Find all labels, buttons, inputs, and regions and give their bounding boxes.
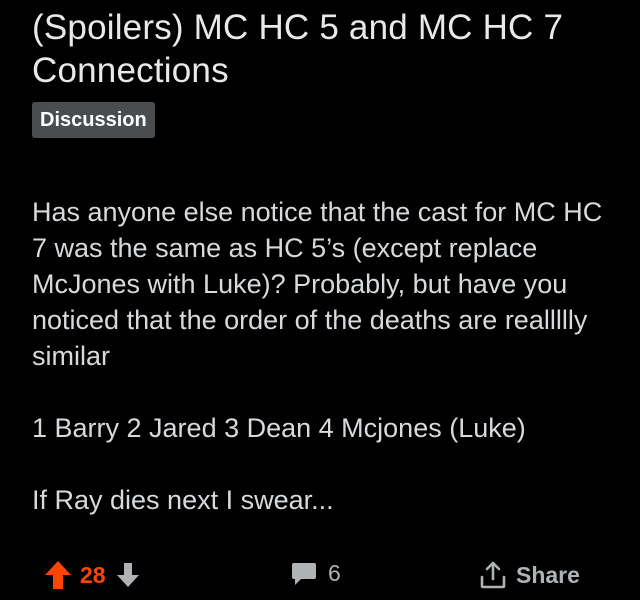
flair-badge[interactable]: Discussion <box>32 102 155 138</box>
post-body-paragraph: If Ray dies next I swear... <box>32 485 334 515</box>
share-arrow-icon <box>480 561 506 589</box>
arrow-up-icon <box>45 561 71 589</box>
speech-bubble-icon <box>292 562 316 585</box>
share-button[interactable]: Share <box>478 560 580 590</box>
post-body-paragraph: Has anyone else notice that the cast for… <box>32 197 603 371</box>
comment-count: 6 <box>328 560 341 586</box>
comments-button[interactable]: 6 <box>290 560 341 587</box>
arrow-down-icon <box>116 563 139 587</box>
vote-group: 28 <box>44 560 140 590</box>
post-title[interactable]: (Spoilers) MC HC 5 and MC HC 7 Connectio… <box>32 6 622 92</box>
share-label: Share <box>516 561 580 588</box>
vote-score: 28 <box>80 561 106 588</box>
post-body-paragraph: 1 Barry 2 Jared 3 Dean 4 Mcjones (Luke) <box>32 413 526 443</box>
post-action-bar: 28 6 Share <box>0 554 640 596</box>
downvote-button[interactable] <box>116 562 140 588</box>
post-body: Has anyone else notice that the cast for… <box>32 194 622 518</box>
upvote-button[interactable] <box>44 560 72 590</box>
post: (Spoilers) MC HC 5 and MC HC 7 Connectio… <box>32 6 622 518</box>
